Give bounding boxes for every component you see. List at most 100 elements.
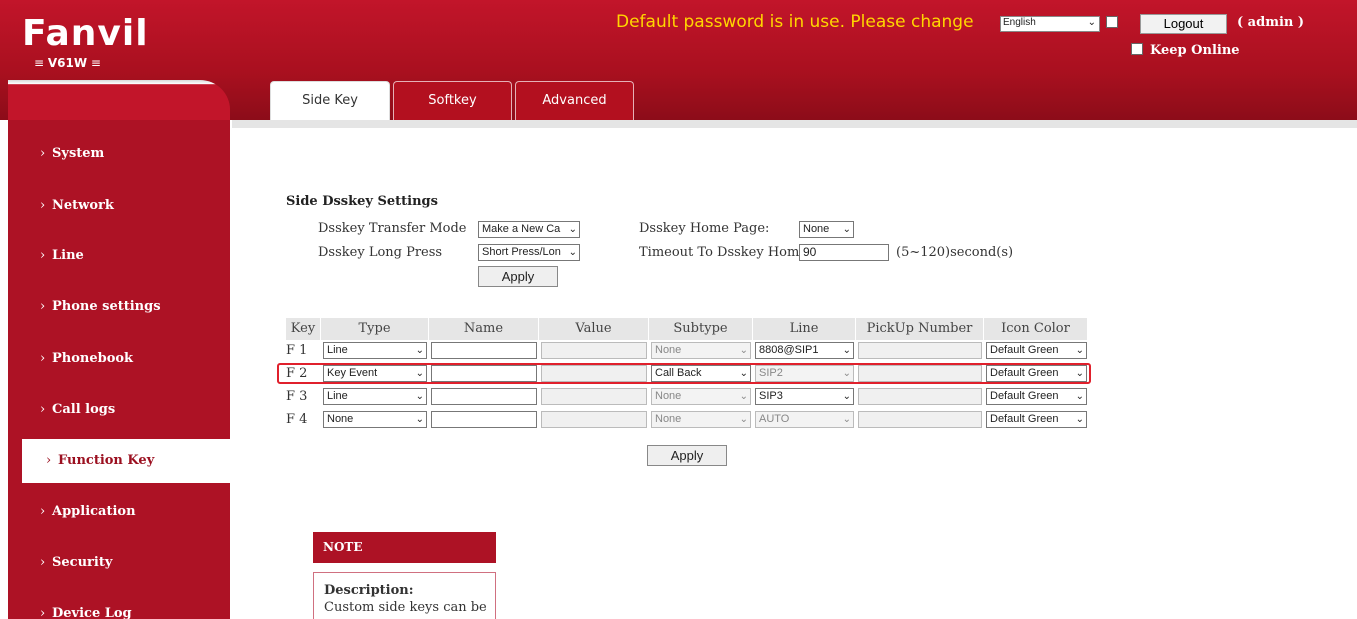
icon-color-select[interactable]: Default Green ⌄ [986, 411, 1087, 428]
subtype-select[interactable]: None ⌄ [651, 411, 751, 428]
sidebar-item-phonebook[interactable]: › Phonebook [8, 337, 230, 381]
content-top-band [232, 120, 1357, 128]
sidebar-item-system[interactable]: › System [8, 132, 230, 176]
sidebar-item-call-logs[interactable]: › Call logs [8, 388, 230, 432]
section-title: Side Dsskey Settings [286, 194, 438, 209]
subtype-select[interactable]: None ⌄ [651, 388, 751, 405]
sidebar-item-security[interactable]: › Security [8, 541, 230, 585]
chevron-down-icon: ⌄ [1075, 414, 1084, 425]
line-select[interactable]: AUTO ⌄ [755, 411, 854, 428]
name-input[interactable] [431, 342, 537, 359]
chevron-down-icon: ⌄ [568, 224, 577, 235]
select-value: Default Green [990, 413, 1059, 425]
transfer-mode-select[interactable]: Make a New Ca ⌄ [478, 221, 580, 238]
chevron-right-icon: › [40, 299, 46, 314]
chevron-down-icon: ⌄ [842, 414, 851, 425]
tab-advanced[interactable]: Advanced [515, 81, 634, 120]
description-text: Custom side keys can be [324, 600, 487, 615]
model-label: V61W [22, 56, 147, 70]
sidebar-item-label: System [52, 146, 105, 161]
line-select[interactable]: 8808@SIP1 ⌄ [755, 342, 854, 359]
select-value: None [803, 223, 830, 235]
chevron-right-icon: › [40, 146, 46, 161]
default-password-warning[interactable]: Default password is in use. Please chang… [616, 12, 974, 32]
select-value: Default Green [990, 390, 1059, 402]
apply-settings-button[interactable]: Apply [478, 266, 558, 287]
sidebar-item-network[interactable]: › Network [8, 184, 230, 228]
note-heading: NOTE [313, 532, 496, 563]
keep-online-checkbox[interactable] [1131, 43, 1143, 55]
sidebar-item-phone-settings[interactable]: › Phone settings [8, 285, 230, 329]
select-value: None [655, 390, 682, 402]
select-value: Line [327, 390, 348, 402]
chevron-down-icon: ⌄ [842, 391, 851, 402]
type-select[interactable]: Line ⌄ [323, 388, 427, 405]
chevron-down-icon: ⌄ [739, 391, 748, 402]
note-body: Description: Custom side keys can be [313, 572, 496, 619]
select-value: 8808@SIP1 [759, 344, 819, 356]
chevron-right-icon: › [40, 248, 46, 263]
column-header-value: Value [539, 318, 649, 340]
sidebar-item-label: Phonebook [52, 351, 134, 366]
sidebar-item-line[interactable]: › Line [8, 234, 230, 278]
sidebar-item-label: Line [52, 248, 84, 263]
chevron-down-icon: ⌄ [568, 247, 577, 258]
long-press-label: Dsskey Long Press [318, 245, 443, 260]
home-page-select[interactable]: None ⌄ [799, 221, 854, 238]
timeout-input[interactable]: 90 [799, 244, 889, 261]
chevron-down-icon: ⌄ [415, 391, 424, 402]
long-press-select[interactable]: Short Press/Lon ⌄ [478, 244, 580, 261]
column-header-icon-color: Icon Color [984, 318, 1088, 340]
chevron-right-icon: › [40, 402, 46, 417]
row-key: F 1 [286, 343, 308, 358]
apply-table-button[interactable]: Apply [647, 445, 727, 466]
language-select[interactable]: English ⌄ [1000, 16, 1100, 32]
select-value: Short Press/Lon [482, 246, 561, 258]
sidebar-item-label: Security [52, 555, 113, 570]
icon-color-select[interactable]: Default Green ⌄ [986, 388, 1087, 405]
keep-online-label: Keep Online [1150, 43, 1240, 58]
row-highlight-box [277, 363, 1091, 384]
sidebar-item-device-log[interactable]: › Device Log [8, 592, 230, 619]
header-checkbox[interactable] [1106, 16, 1118, 28]
sidebar-item-label: Function Key [58, 453, 155, 468]
value-input[interactable] [541, 411, 647, 428]
chevron-down-icon: ⌄ [739, 345, 748, 356]
select-value: None [655, 344, 682, 356]
icon-color-select[interactable]: Default Green ⌄ [986, 342, 1087, 359]
logout-button[interactable]: Logout [1140, 14, 1227, 34]
sidebar-item-function-key[interactable]: › Function Key [22, 439, 230, 483]
chevron-down-icon: ⌄ [1075, 391, 1084, 402]
select-value: SIP3 [759, 390, 783, 402]
type-select[interactable]: Line ⌄ [323, 342, 427, 359]
chevron-down-icon: ⌄ [739, 414, 748, 425]
value-input[interactable] [541, 388, 647, 405]
sidebar-item-application[interactable]: › Application [8, 490, 230, 534]
column-header-key: Key [286, 318, 321, 340]
name-input[interactable] [431, 388, 537, 405]
pickup-number-input[interactable] [858, 388, 982, 405]
select-value: Default Green [990, 344, 1059, 356]
timeout-hint: (5~120)second(s) [896, 245, 1014, 260]
sidebar-item-label: Device Log [52, 606, 132, 619]
fanvil-logo: Fanvil V61W [22, 13, 149, 72]
tab-softkey[interactable]: Softkey [393, 81, 512, 120]
chevron-down-icon: ⌄ [1087, 17, 1096, 28]
name-input[interactable] [431, 411, 537, 428]
chevron-right-icon: › [40, 351, 46, 366]
value-input[interactable] [541, 342, 647, 359]
sidebar-top-band [8, 80, 230, 120]
pickup-number-input[interactable] [858, 411, 982, 428]
row-key: F 4 [286, 412, 308, 427]
sidebar-item-label: Network [52, 198, 114, 213]
logo-text: Fanvil [22, 13, 149, 54]
select-value: None [327, 413, 354, 425]
type-select[interactable]: None ⌄ [323, 411, 427, 428]
select-value: Line [327, 344, 348, 356]
timeout-label: Timeout To Dsskey Home [639, 245, 808, 260]
pickup-number-input[interactable] [858, 342, 982, 359]
tab-side-key[interactable]: Side Key [270, 81, 390, 120]
subtype-select[interactable]: None ⌄ [651, 342, 751, 359]
home-page-label: Dsskey Home Page: [639, 221, 770, 236]
line-select[interactable]: SIP3 ⌄ [755, 388, 854, 405]
